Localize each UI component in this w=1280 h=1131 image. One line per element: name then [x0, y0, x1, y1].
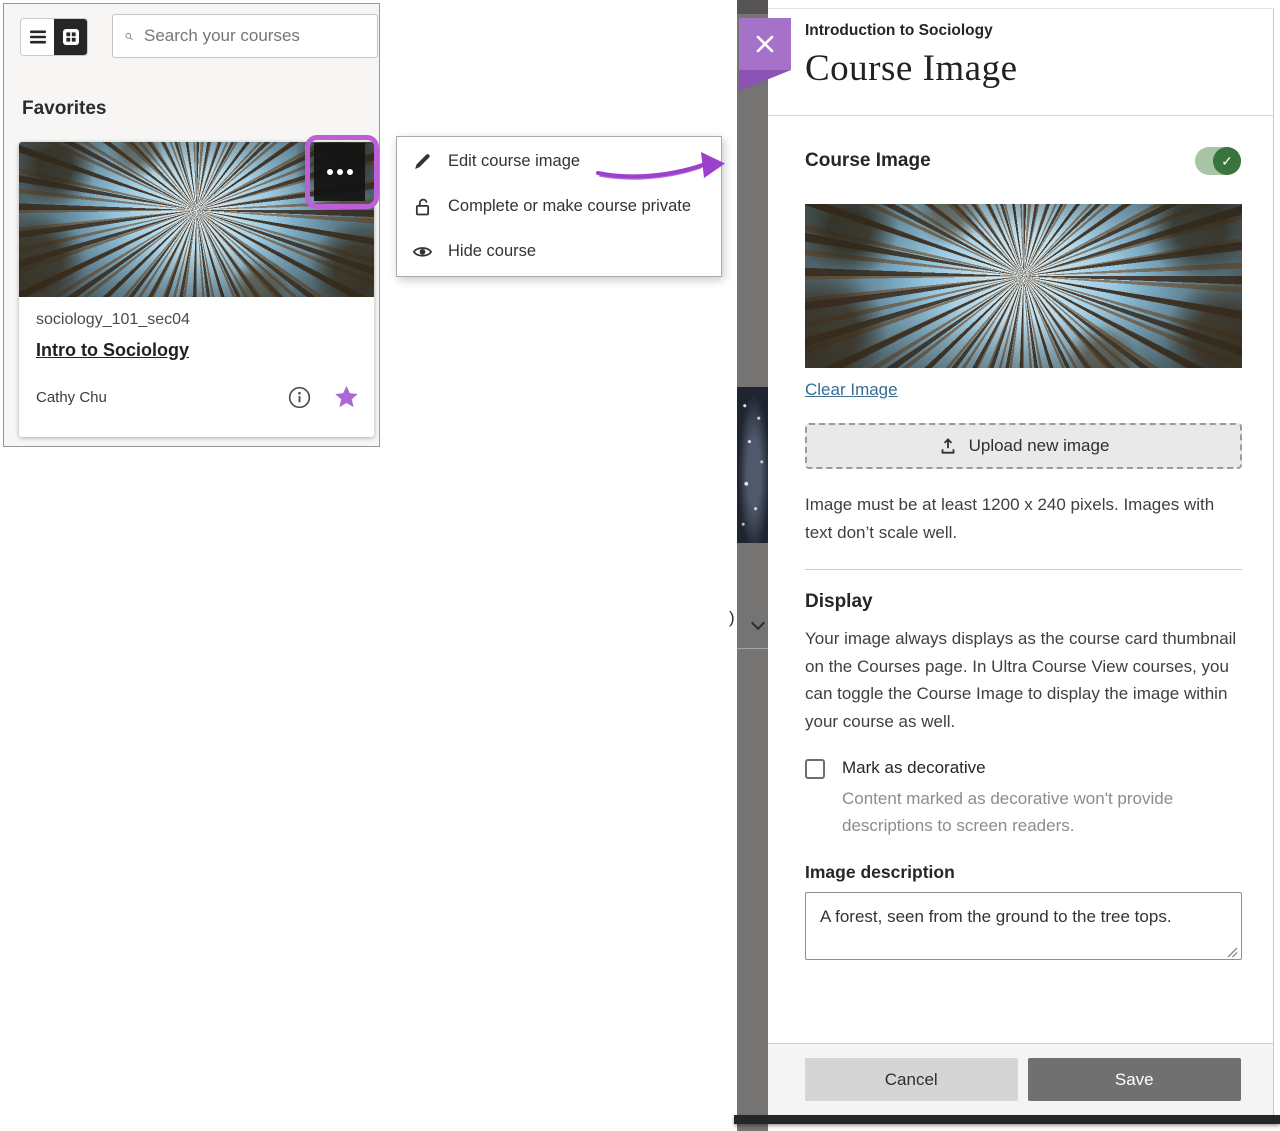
- search-icon: [125, 26, 133, 47]
- menu-item-label: Hide course: [448, 242, 536, 261]
- background-divider: [737, 648, 768, 649]
- panel-body: Course Image ✓ Clear Image Upload new im…: [768, 147, 1273, 965]
- panel-course-name: Introduction to Sociology: [805, 22, 1241, 40]
- course-id: sociology_101_sec04: [36, 311, 356, 329]
- course-image-panel: Introduction to Sociology Course Image C…: [768, 8, 1274, 1115]
- close-icon: [754, 33, 776, 55]
- course-card: sociology_101_sec04 Intro to Sociology C…: [19, 142, 374, 437]
- clear-image-link[interactable]: Clear Image: [805, 380, 898, 400]
- upload-button-label: Upload new image: [969, 436, 1110, 456]
- favorite-star-button[interactable]: [333, 384, 360, 410]
- menu-item-hide-course[interactable]: Hide course: [397, 229, 721, 274]
- textarea-resize-handle[interactable]: [1227, 947, 1238, 958]
- dimmed-background-page: ): [737, 0, 768, 1131]
- panel-footer: Cancel Save: [768, 1043, 1273, 1115]
- menu-item-edit-course-image[interactable]: Edit course image: [397, 139, 721, 184]
- background-partial-text: ): [729, 608, 735, 628]
- background-header-strip: [737, 0, 768, 14]
- display-section-body: Your image always displays as the course…: [805, 625, 1242, 735]
- course-context-menu: Edit course image Complete or make cours…: [396, 136, 722, 277]
- courses-list-panel: Favorites sociology_101_sec04 Intro to S…: [3, 3, 380, 447]
- eye-icon: [412, 241, 433, 262]
- section-divider: [805, 569, 1242, 570]
- image-description-input[interactable]: A forest, seen from the ground to the tr…: [805, 892, 1242, 960]
- instructor-name: Cathy Chu: [36, 389, 288, 406]
- mark-as-decorative-label[interactable]: Mark as decorative: [842, 758, 986, 778]
- close-panel-button[interactable]: [739, 18, 791, 70]
- chevron-down-icon: [751, 616, 765, 630]
- list-view-button[interactable]: [21, 19, 54, 55]
- panel-header: Introduction to Sociology Course Image: [768, 9, 1273, 116]
- course-search: [112, 14, 378, 58]
- grid-view-button[interactable]: [54, 19, 87, 55]
- course-image-toggle[interactable]: ✓: [1195, 147, 1241, 175]
- grid-view-icon: [62, 28, 80, 46]
- page: Favorites sociology_101_sec04 Intro to S…: [0, 0, 1280, 1131]
- mark-as-decorative-checkbox[interactable]: [805, 759, 825, 779]
- favorites-heading: Favorites: [22, 98, 106, 120]
- menu-item-label: Complete or make course private: [448, 197, 691, 216]
- pencil-icon: [412, 151, 433, 172]
- panel-title: Course Image: [805, 47, 1241, 90]
- mark-as-decorative-row: Mark as decorative: [805, 758, 1241, 779]
- info-icon: [288, 386, 311, 409]
- background-card-image: [737, 387, 768, 543]
- course-card-body: sociology_101_sec04 Intro to Sociology: [19, 297, 374, 361]
- course-image-section-label: Course Image: [805, 150, 931, 172]
- decorative-help-text: Content marked as decorative won't provi…: [842, 785, 1242, 839]
- course-image-preview: [805, 204, 1242, 368]
- course-info-button[interactable]: [288, 386, 311, 409]
- image-size-note: Image must be at least 1200 x 240 pixels…: [805, 491, 1242, 547]
- check-icon: ✓: [1213, 147, 1241, 175]
- star-icon: [333, 384, 360, 410]
- image-description-label: Image description: [805, 862, 1241, 883]
- display-section-heading: Display: [805, 591, 1241, 613]
- cancel-button[interactable]: Cancel: [805, 1058, 1018, 1101]
- list-view-icon: [29, 30, 47, 44]
- menu-item-label: Edit course image: [448, 152, 580, 171]
- upload-new-image-button[interactable]: Upload new image: [805, 423, 1242, 469]
- course-card-footer: Cathy Chu: [36, 384, 360, 410]
- view-toggle: [20, 18, 88, 56]
- save-button[interactable]: Save: [1028, 1058, 1242, 1101]
- menu-item-complete-or-private[interactable]: Complete or make course private: [397, 184, 721, 229]
- unlock-icon: [412, 196, 433, 217]
- ellipsis-icon: [327, 169, 333, 175]
- course-more-options-button[interactable]: [314, 143, 365, 201]
- background-window-bottom-edge: [734, 1115, 1280, 1124]
- course-title-link[interactable]: Intro to Sociology: [36, 340, 189, 361]
- search-input[interactable]: [144, 26, 365, 46]
- upload-icon: [938, 436, 958, 456]
